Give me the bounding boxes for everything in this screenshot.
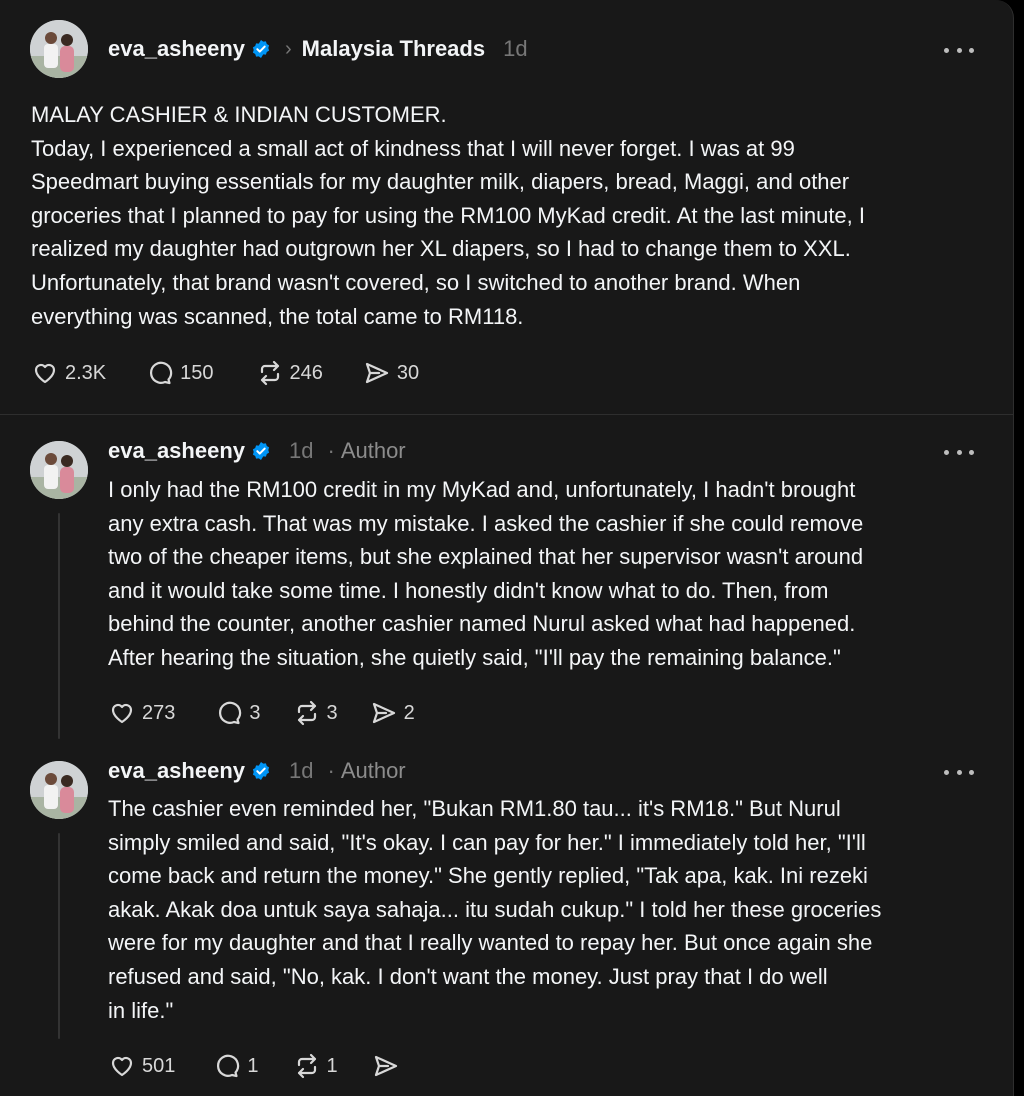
avatar-photo-icon xyxy=(30,20,88,78)
username[interactable]: eva_asheeny xyxy=(108,36,245,62)
post-actions: 501 1 1 xyxy=(108,1050,436,1082)
post-actions: 2.3K 150 246 30 xyxy=(31,357,449,389)
share-icon xyxy=(374,1055,397,1077)
share-button[interactable] xyxy=(372,1052,406,1080)
post-header: eva_asheeny › Malaysia Threads 1d xyxy=(108,34,528,64)
like-count: 273 xyxy=(142,701,176,724)
reply-button[interactable]: 3 xyxy=(215,699,261,727)
username[interactable]: eva_asheeny xyxy=(108,758,245,784)
verified-badge-icon xyxy=(251,39,271,59)
post-text-line: in life." xyxy=(108,997,174,1023)
post-text-line: everything was scanned, the total came t… xyxy=(31,303,524,329)
post-text-line: were for my daughter and that I really w… xyxy=(108,930,873,956)
post-text-line: and it would take some time. I honestly … xyxy=(108,577,829,603)
comment-icon xyxy=(150,361,173,385)
repost-count: 246 xyxy=(289,361,323,384)
repost-button[interactable]: 3 xyxy=(293,699,338,727)
post-text-line: refused and said, "No, kak. I don't want… xyxy=(108,963,828,989)
verified-badge-icon xyxy=(251,761,271,781)
post-text-line: simply smiled and said, "It's okay. I ca… xyxy=(108,829,866,855)
comment-icon xyxy=(217,1054,240,1078)
repost-icon xyxy=(297,1053,316,1079)
author-label: Author xyxy=(340,758,406,783)
post-text-line: two of the cheaper items, but she explai… xyxy=(108,544,864,570)
repost-icon xyxy=(297,700,316,726)
post-text-line: behind the counter, another cashier name… xyxy=(108,611,856,637)
community-link[interactable]: Malaysia Threads xyxy=(302,36,485,62)
share-button[interactable]: 2 xyxy=(370,699,415,727)
avatar[interactable] xyxy=(30,441,88,499)
repost-button[interactable]: 1 xyxy=(293,1052,338,1080)
post-text-line: After hearing the situation, she quietly… xyxy=(108,644,841,670)
repost-icon xyxy=(260,360,279,386)
heart-icon xyxy=(111,703,133,724)
more-icon[interactable] xyxy=(944,762,974,782)
post-body: The cashier even reminded her, "Bukan RM… xyxy=(108,792,881,1027)
post-text-line: Today, I experienced a small act of kind… xyxy=(31,135,795,161)
post-text-line: I only had the RM100 credit in my MyKad … xyxy=(108,477,856,502)
avatar-photo-icon xyxy=(30,761,88,819)
reply-count: 150 xyxy=(180,361,214,384)
like-button[interactable]: 273 xyxy=(108,699,175,727)
post-actions: 273 3 3 2 xyxy=(108,697,445,729)
share-icon xyxy=(372,702,395,724)
thread-line xyxy=(58,513,60,739)
post-text-line: The cashier even reminded her, "Bukan RM… xyxy=(108,796,841,821)
reply-count: 1 xyxy=(247,1054,259,1077)
like-button[interactable]: 2.3K xyxy=(31,359,106,387)
username[interactable]: eva_asheeny xyxy=(108,438,245,464)
author-label: Author xyxy=(340,438,406,463)
avatar[interactable] xyxy=(30,20,88,78)
post-body: I only had the RM100 credit in my MyKad … xyxy=(108,473,863,675)
main-post: eva_asheeny › Malaysia Threads 1d MALAY … xyxy=(0,0,1014,414)
share-icon xyxy=(365,362,389,384)
share-count: 2 xyxy=(403,701,415,724)
repost-count: 3 xyxy=(326,701,338,724)
like-count: 501 xyxy=(142,1054,176,1077)
post-text-line: groceries that I planned to pay for usin… xyxy=(31,202,866,228)
like-button[interactable]: 501 xyxy=(108,1052,175,1080)
more-icon[interactable] xyxy=(944,442,974,462)
post-header: eva_asheeny 1d · Author xyxy=(108,436,406,466)
thread-panel: eva_asheeny › Malaysia Threads 1d MALAY … xyxy=(0,0,1014,1096)
heart-icon xyxy=(34,363,56,384)
post-text-line: come back and return the money." She gen… xyxy=(108,863,868,889)
like-count: 2.3K xyxy=(65,361,107,384)
thread-line xyxy=(58,833,60,1039)
post-text-line: MALAY CASHIER & INDIAN CUSTOMER. xyxy=(31,102,447,127)
chevron-right-icon: › xyxy=(285,37,292,60)
share-button[interactable]: 30 xyxy=(363,359,419,387)
heart-icon xyxy=(111,1056,133,1077)
reply-post: eva_asheeny 1d · Author The cashier even… xyxy=(0,735,1014,1096)
post-text-line: realized my daughter had outgrown her XL… xyxy=(31,236,851,262)
post-text-line: Unfortunately, that brand wasn't covered… xyxy=(31,269,801,295)
repost-count: 1 xyxy=(326,1054,338,1077)
post-header: eva_asheeny 1d · Author xyxy=(108,756,406,786)
verified-badge-icon xyxy=(251,441,271,461)
separator-dot: · xyxy=(327,758,335,783)
post-time: 1d xyxy=(289,758,314,783)
post-text-line: akak. Akak doa untuk saya sahaja... itu … xyxy=(108,896,882,922)
comment-icon xyxy=(219,701,242,725)
post-text-line: any extra cash. That was my mistake. I a… xyxy=(108,510,864,536)
repost-button[interactable]: 246 xyxy=(256,359,323,387)
share-count: 30 xyxy=(396,361,420,384)
reply-count: 3 xyxy=(249,701,261,724)
post-time: 1d xyxy=(289,438,314,463)
post-text-line: Speedmart buying essentials for my daugh… xyxy=(31,169,850,195)
reply-button[interactable]: 1 xyxy=(213,1052,259,1080)
more-icon[interactable] xyxy=(944,40,974,60)
reply-post: eva_asheeny 1d · Author I only had the R… xyxy=(0,415,1014,739)
post-time: 1d xyxy=(503,36,528,61)
separator-dot: · xyxy=(327,438,335,463)
avatar-photo-icon xyxy=(30,441,88,499)
avatar[interactable] xyxy=(30,761,88,819)
reply-button[interactable]: 150 xyxy=(146,359,214,387)
post-body: MALAY CASHIER & INDIAN CUSTOMER. Today, … xyxy=(31,98,865,333)
